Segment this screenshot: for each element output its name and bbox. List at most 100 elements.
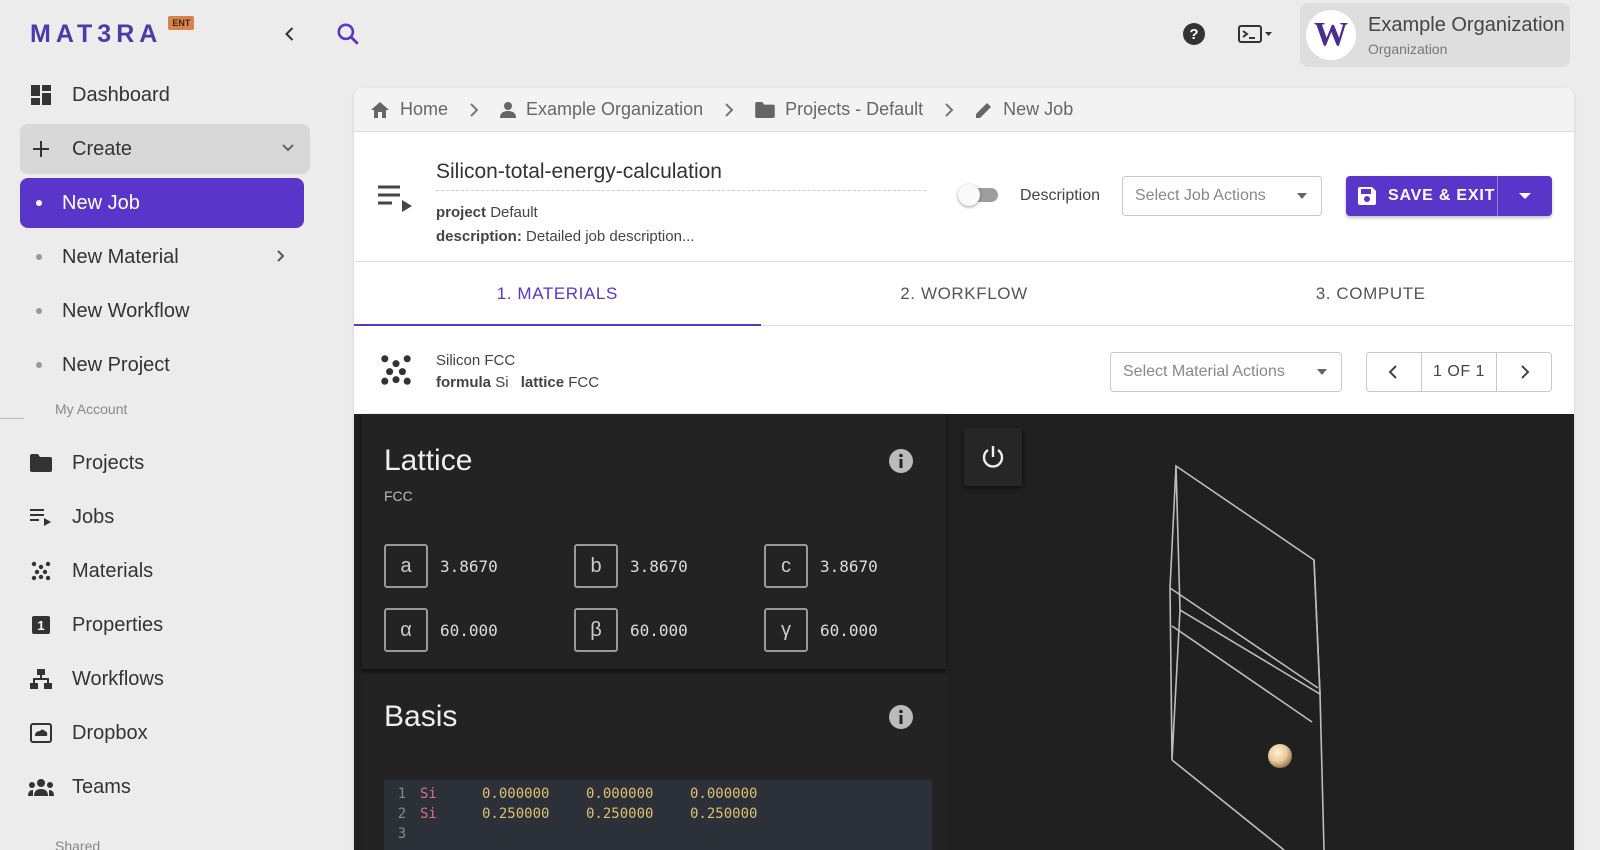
- lattice-param-c[interactable]: c 3.8670: [764, 544, 878, 588]
- teams-icon: [28, 774, 54, 800]
- param-symbol: c: [764, 544, 808, 588]
- dropbox-icon: [28, 720, 54, 746]
- terminal-menu-button[interactable]: [1236, 20, 1276, 48]
- sidebar-item-dashboard[interactable]: Dashboard: [20, 70, 310, 120]
- param-value: 60.000: [820, 620, 878, 640]
- breadcrumb-projects[interactable]: Projects - Default: [755, 99, 923, 120]
- formula-label: formula: [436, 374, 492, 391]
- job-description[interactable]: description: Detailed job description...: [436, 228, 694, 245]
- save-options-dropdown[interactable]: [1498, 176, 1552, 216]
- material-actions-select[interactable]: Select Material Actions: [1110, 352, 1342, 392]
- material-summary: Silicon FCC formula Si lattice FCC Selec…: [354, 326, 1574, 414]
- structure-3d-viewer[interactable]: [954, 414, 1574, 850]
- sidebar-item-label: Projects: [72, 451, 145, 474]
- help-icon: ?: [1183, 23, 1205, 45]
- coord-y: 0.000000: [586, 786, 654, 802]
- sidebar-item-label: Properties: [72, 613, 164, 636]
- tab-materials[interactable]: 1. MATERIALS: [354, 262, 761, 326]
- chevron-right-icon: [272, 247, 288, 270]
- save-exit-button-group: SAVE & EXIT: [1346, 176, 1552, 216]
- save-exit-button[interactable]: SAVE & EXIT: [1346, 176, 1498, 216]
- sidebar-item-teams[interactable]: Teams: [20, 762, 310, 812]
- organization-name: Example Organization: [1368, 13, 1565, 36]
- logo-text: MAT3RA: [30, 20, 163, 48]
- save-exit-label: SAVE & EXIT: [1388, 187, 1496, 204]
- chevron-right-icon: [943, 102, 955, 117]
- sidebar-item-create[interactable]: Create: [20, 124, 310, 174]
- edition-badge: ENT: [168, 16, 195, 30]
- description-value: Detailed job description...: [526, 228, 695, 245]
- help-button[interactable]: ?: [1180, 20, 1208, 48]
- breadcrumb-label: New Job: [1003, 99, 1074, 119]
- sidebar-item-new-job[interactable]: New Job: [20, 178, 304, 228]
- chevron-right-icon: [723, 102, 735, 117]
- section-label-shared: Shared: [55, 838, 101, 850]
- plus-icon: [28, 136, 54, 162]
- app-logo[interactable]: MAT3RA ENT: [30, 16, 195, 49]
- breadcrumb: Home Example Organization Projects - Def…: [354, 88, 1574, 132]
- sidebar-item-label: New Workflow: [62, 299, 190, 322]
- tab-workflow[interactable]: 2. WORKFLOW: [761, 262, 1168, 325]
- sidebar-item-label: Workflows: [72, 667, 164, 690]
- organization-switcher[interactable]: W Example Organization Organization: [1300, 3, 1570, 67]
- previous-material-button[interactable]: [1367, 353, 1421, 391]
- sidebar-item-label: Teams: [72, 775, 131, 798]
- lattice-title: Lattice: [384, 444, 473, 477]
- sidebar-item-workflows[interactable]: Workflows: [20, 654, 310, 704]
- sidebar-item-label: New Material: [62, 245, 179, 268]
- basis-title: Basis: [384, 700, 458, 733]
- lattice-param-b[interactable]: b 3.8670: [574, 544, 688, 588]
- chevron-left-icon: [285, 27, 294, 41]
- breadcrumb-new-job[interactable]: New Job: [975, 99, 1073, 120]
- job-project: project Default: [436, 204, 538, 221]
- sidebar-item-label: Jobs: [72, 505, 115, 528]
- lattice-type: FCC: [384, 488, 413, 504]
- sidebar-item-properties[interactable]: 1 Properties: [20, 600, 310, 650]
- basis-panel: Basis 1 Si 0.000000 0.000000 0.000000 2 …: [362, 674, 946, 850]
- workflows-icon: [28, 666, 54, 692]
- lattice-param-gamma[interactable]: γ 60.000: [764, 608, 878, 652]
- collapse-sidebar-button[interactable]: [278, 22, 302, 46]
- basis-code-editor[interactable]: 1 Si 0.000000 0.000000 0.000000 2 Si 0.2…: [384, 780, 932, 850]
- breadcrumb-organization[interactable]: Example Organization: [500, 99, 703, 120]
- job-actions-placeholder: Select Job Actions: [1135, 187, 1266, 204]
- breadcrumb-label: Example Organization: [526, 99, 704, 119]
- sidebar-item-new-workflow[interactable]: New Workflow: [20, 286, 304, 336]
- sidebar-item-label: New Job: [62, 191, 140, 214]
- tab-compute[interactable]: 3. COMPUTE: [1167, 262, 1574, 325]
- param-value: 60.000: [440, 620, 498, 640]
- terminal-icon: [1238, 25, 1272, 43]
- param-value: 60.000: [630, 620, 688, 640]
- sidebar-item-dropbox[interactable]: Dropbox: [20, 708, 310, 758]
- breadcrumb-home[interactable]: Home: [370, 99, 448, 120]
- job-actions-select[interactable]: Select Job Actions: [1122, 176, 1322, 216]
- sidebar-item-jobs[interactable]: Jobs: [20, 492, 310, 542]
- lattice-param-beta[interactable]: β 60.000: [574, 608, 688, 652]
- bullet-icon: [36, 254, 42, 260]
- dashboard-icon: [28, 82, 54, 108]
- sidebar-item-materials[interactable]: Materials: [20, 546, 310, 596]
- sidebar-item-projects[interactable]: Projects: [20, 438, 310, 488]
- job-name-field[interactable]: Silicon-total-energy-calculation: [436, 160, 926, 191]
- coord-x: 0.250000: [482, 806, 550, 822]
- search-button[interactable]: [334, 20, 362, 48]
- description-toggle-label: Description: [1020, 187, 1101, 204]
- lattice-param-alpha[interactable]: α 60.000: [384, 608, 498, 652]
- sidebar-item-new-material[interactable]: New Material: [20, 232, 304, 282]
- avatar: W: [1306, 10, 1356, 60]
- info-icon[interactable]: [888, 448, 914, 474]
- chevron-down-icon: [280, 138, 296, 161]
- folder-icon: [755, 101, 775, 118]
- description-toggle[interactable]: [958, 184, 1000, 206]
- param-symbol: γ: [764, 608, 808, 652]
- pencil-icon: [975, 101, 993, 119]
- lattice-param-a[interactable]: a 3.8670: [384, 544, 498, 588]
- svg-text:1: 1: [37, 618, 44, 633]
- sidebar-item-label: Dashboard: [72, 83, 170, 106]
- next-material-button[interactable]: [1497, 353, 1551, 391]
- param-symbol: a: [384, 544, 428, 588]
- sidebar-item-new-project[interactable]: New Project: [20, 340, 304, 390]
- chevron-left-icon: [1388, 365, 1397, 379]
- info-icon[interactable]: [888, 704, 914, 730]
- organization-type: Organization: [1368, 40, 1448, 57]
